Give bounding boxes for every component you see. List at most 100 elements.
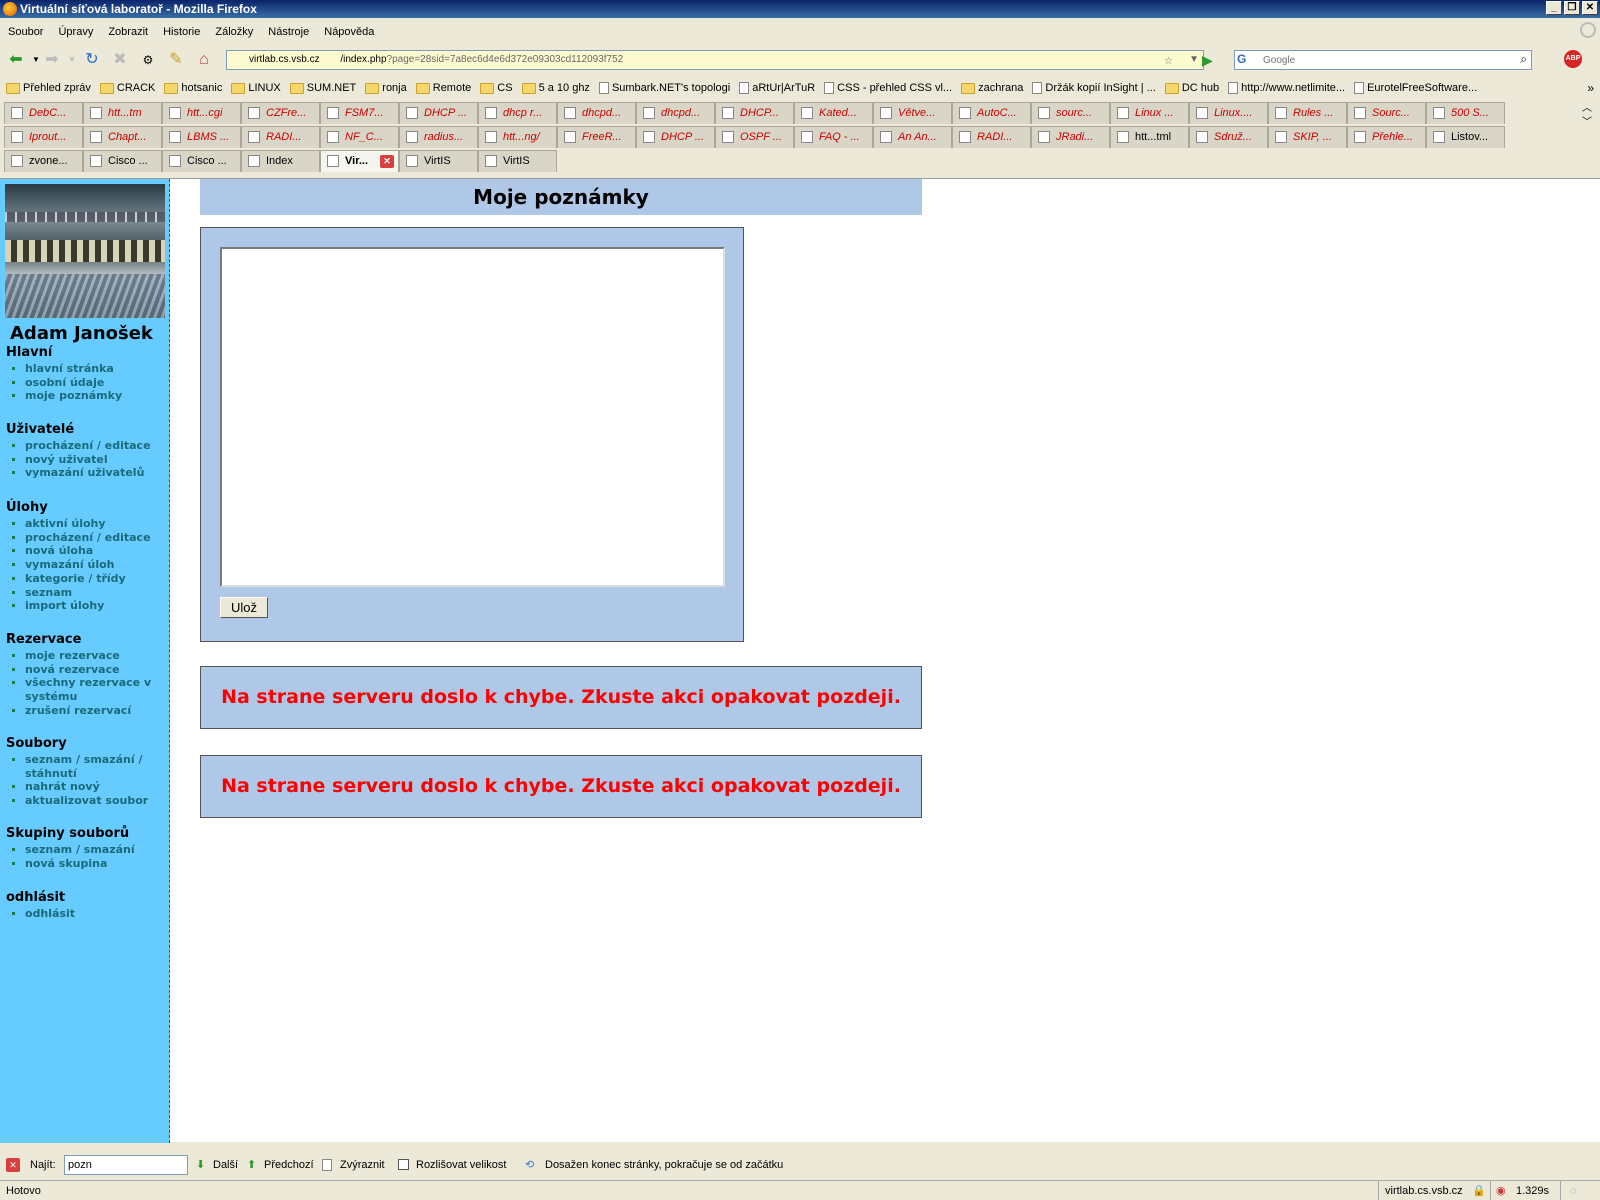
nav-link[interactable]: nový uživatel (12, 453, 170, 467)
tab[interactable]: RADI... (241, 126, 320, 148)
tab[interactable]: DHCP ... (399, 102, 478, 124)
bookmark-item[interactable]: http://www.netlimite... (1228, 78, 1345, 98)
tab[interactable]: dhcpd... (557, 102, 636, 124)
minimize-button[interactable]: _ (1546, 1, 1562, 15)
tab[interactable]: LBMS ... (162, 126, 241, 148)
tab[interactable]: Cisco ... (162, 150, 241, 172)
tab[interactable]: Cisco ... (83, 150, 162, 172)
tab[interactable]: JRadi... (1031, 126, 1110, 148)
menu-zobrazit[interactable]: Zobrazit (108, 22, 148, 42)
home-icon[interactable]: ⌂ (194, 50, 214, 70)
nav-link[interactable]: nová úloha (12, 544, 170, 558)
nav-link[interactable]: nahrát nový (12, 780, 170, 794)
bookmark-item[interactable]: 5 a 10 ghz (521, 78, 590, 98)
tab[interactable]: Index (241, 150, 320, 172)
find-next-button[interactable]: Další (213, 1152, 238, 1178)
tab[interactable]: Chapt... (83, 126, 162, 148)
bookmark-item[interactable]: Držák kopií InSight | ... (1032, 78, 1156, 98)
tab[interactable]: SKIP, ... (1268, 126, 1347, 148)
tab[interactable]: sourc... (1031, 102, 1110, 124)
find-input[interactable] (64, 1155, 188, 1175)
nav-link[interactable]: seznam (12, 586, 170, 600)
search-input[interactable] (1263, 53, 1493, 67)
tab[interactable]: AutoC... (952, 102, 1031, 124)
search-magnifier-icon[interactable]: ⌕ (1520, 52, 1527, 67)
nav-link[interactable]: vymazání úloh (12, 558, 170, 572)
bookmark-item[interactable]: DC hub (1164, 78, 1219, 98)
bookmark-item[interactable]: aRtUr|ArTuR (739, 78, 815, 98)
find-previous-button[interactable]: Předchozí (264, 1152, 314, 1178)
nav-link[interactable]: všechny rezervace v systému (12, 676, 170, 703)
menu-historie[interactable]: Historie (163, 22, 200, 42)
bookmark-item[interactable]: CSS - přehled CSS vl... (824, 78, 952, 98)
bookmark-item[interactable]: SUM.NET (289, 78, 356, 98)
tab[interactable]: Linux ... (1110, 102, 1189, 124)
menu-upravy[interactable]: Úpravy (58, 22, 93, 42)
tab[interactable]: htt...tm (83, 102, 162, 124)
tab[interactable]: htt...cgi (162, 102, 241, 124)
maximize-button[interactable]: ❐ (1564, 1, 1580, 15)
nav-link[interactable]: seznam / smazání (12, 843, 170, 857)
nav-link[interactable]: seznam / smazání / stáhnutí (12, 753, 170, 780)
bookmark-item[interactable]: CS (480, 78, 513, 98)
bookmark-item[interactable]: zachrana (961, 78, 1023, 98)
menu-zalozky[interactable]: Záložky (215, 22, 253, 42)
go-arrow-icon[interactable]: ▶ (1202, 52, 1220, 70)
adblock-plus-icon[interactable]: ABP (1564, 50, 1582, 68)
tab[interactable]: radius... (399, 126, 478, 148)
address-bar[interactable]: virtlab.cs.vsb.cz /index.php?page=28sid=… (226, 50, 1204, 70)
tab[interactable]: dhcp r... (478, 102, 557, 124)
search-engine-icon[interactable]: G (1237, 52, 1259, 68)
tab[interactable]: Iprout... (4, 126, 83, 148)
tab[interactable]: Kated... (794, 102, 873, 124)
tab[interactable]: VirtIS (399, 150, 478, 172)
bookmark-item[interactable]: LINUX (231, 78, 281, 98)
search-box[interactable]: G ⌕ (1234, 50, 1532, 70)
close-tab-icon[interactable]: ✕ (380, 155, 394, 168)
bookmark-star-icon[interactable]: ☆ (1164, 53, 1173, 69)
tab[interactable]: 500 S... (1426, 102, 1505, 124)
tab[interactable]: Listov... (1426, 126, 1505, 148)
nav-link[interactable]: nová rezervace (12, 663, 170, 677)
highlight-button[interactable]: Zvýraznit (340, 1152, 385, 1178)
bookmark-item[interactable]: Sumbark.NET's topologi (598, 78, 730, 98)
forward-history-dropdown[interactable]: ▼ (62, 50, 82, 70)
bookmark-item[interactable]: ronja (365, 78, 407, 98)
nav-link[interactable]: procházení / editace (12, 531, 170, 545)
bookmark-item[interactable]: CRACK (99, 78, 155, 98)
nav-link[interactable]: aktualizovat soubor (12, 794, 170, 808)
toolbar-extension-icon[interactable]: ⚙ (138, 50, 158, 70)
tab[interactable]: FreeR... (557, 126, 636, 148)
match-case-checkbox[interactable] (398, 1159, 409, 1170)
menu-napoveda[interactable]: Nápověda (324, 22, 374, 42)
tab[interactable]: CZFre... (241, 102, 320, 124)
reload-icon[interactable]: ↻ (82, 50, 102, 70)
match-case-label[interactable]: Rozlišovat velikost (416, 1152, 506, 1178)
tab-active[interactable]: Vir... ✕ (320, 150, 399, 172)
menu-soubor[interactable]: Soubor (8, 22, 43, 42)
find-next-arrow-icon[interactable]: ⬇ (196, 1152, 205, 1178)
nav-link[interactable]: procházení / editace (12, 439, 170, 453)
tab[interactable]: FAQ - ... (794, 126, 873, 148)
bookmark-item[interactable]: hotsanic (164, 78, 222, 98)
tab[interactable]: Linux.... (1189, 102, 1268, 124)
nav-link[interactable]: aktivní úlohy (12, 517, 170, 531)
nav-link[interactable]: moje poznámky (12, 389, 170, 403)
tab[interactable]: htt...tml (1110, 126, 1189, 148)
nav-link[interactable]: import úlohy (12, 599, 170, 613)
stop-icon[interactable]: ✖ (110, 50, 130, 70)
tab[interactable]: htt...ng/ (478, 126, 557, 148)
tab[interactable]: Větve... (873, 102, 952, 124)
tab[interactable]: DebC... (4, 102, 83, 124)
edit-pencil-icon[interactable]: ✎ (166, 50, 186, 70)
nav-link[interactable]: zrušení rezervací (12, 704, 170, 718)
bookmark-item[interactable]: Remote (415, 78, 471, 98)
notes-textarea[interactable] (220, 247, 725, 587)
tab-scroll-down-icon[interactable]: ﹀ (1582, 118, 1592, 128)
nav-link[interactable]: hlavní stránka (12, 362, 170, 376)
tab[interactable]: DHCP ... (636, 126, 715, 148)
nav-link[interactable]: nová skupina (12, 857, 170, 871)
tab[interactable]: OSPF ... (715, 126, 794, 148)
tab[interactable]: dhcpd... (636, 102, 715, 124)
nav-link[interactable]: kategorie / třídy (12, 572, 170, 586)
